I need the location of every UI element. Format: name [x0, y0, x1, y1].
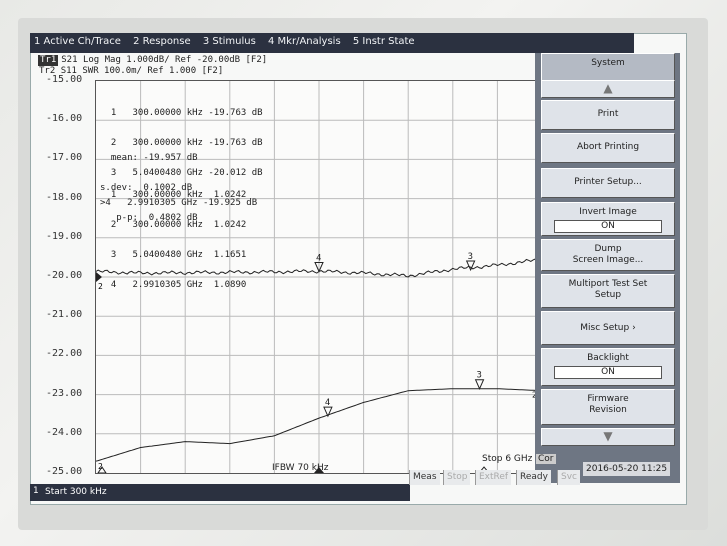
s21-marker-4-label: 4 [316, 254, 321, 264]
softkey-invert-image[interactable]: Invert Image ON [541, 202, 675, 236]
s11-marker-4-label: 4 [325, 398, 330, 408]
invert-image-value: ON [554, 220, 662, 233]
marker-row: 3 5.0400480 GHz 1.1651 [100, 250, 247, 260]
softkey-printer-setup[interactable]: Printer Setup... [541, 168, 675, 198]
firmware-label: Firmware [587, 394, 629, 404]
channel-number: 1 [33, 486, 39, 496]
y-tick-label: -19.00 [46, 230, 83, 242]
status-ready: Ready [516, 470, 551, 485]
marker-row: 1 300.00000 kHz -19.763 dB [100, 108, 263, 118]
y-tick-label: -25.00 [46, 466, 83, 477]
status-stop: Stop [443, 470, 471, 485]
backlight-value: ON [554, 366, 662, 379]
scroll-down-button[interactable]: ▼ [541, 428, 675, 446]
y-tick-label: -18.00 [46, 191, 83, 203]
invert-image-label: Invert Image [579, 207, 637, 217]
softkey-firmware-revision[interactable]: Firmware Revision [541, 389, 675, 425]
marker-row: 4 2.9910305 GHz 1.0890 [100, 280, 247, 290]
misc-setup-label: Misc Setup [580, 323, 630, 333]
y-tick-label: -23.00 [46, 387, 83, 399]
marker-table-s11: 1 300.00000 kHz 1.0242 2 300.00000 kHz 1… [100, 170, 246, 300]
y-tick-label: -15.00 [46, 74, 83, 85]
softkey-misc-setup[interactable]: Misc Setup › [541, 311, 675, 345]
trace2-settings: S11 SWR 100.0m/ Ref 1.000 [F2] [60, 66, 224, 76]
softkey-dump-screen-image[interactable]: Dump Screen Image... [541, 239, 675, 271]
s11-marker-3-triangle [474, 379, 485, 390]
marker-row: 2 300.00000 kHz 1.0242 [100, 220, 247, 230]
trace1-settings: S21 Log Mag 1.000dB/ Ref -20.00dB [F2] [61, 55, 268, 65]
softkey-backlight[interactable]: Backlight ON [541, 348, 675, 386]
multiport-label-2: Setup [594, 290, 622, 300]
dump-label: Dump [594, 244, 622, 254]
marker-row: 1 300.00000 kHz 1.0242 [100, 190, 247, 200]
dump-label-2: Screen Image... [572, 255, 644, 265]
status-meas: Meas [409, 470, 440, 485]
menu-mkr-analysis[interactable]: 4 Mkr/Analysis [264, 33, 346, 47]
arrow-up-icon: ▲ [603, 81, 613, 95]
multiport-label: Multiport Test Set [568, 279, 648, 289]
y-tick-label: -22.00 [46, 348, 83, 360]
correction-indicator: Cor [536, 454, 556, 464]
firmware-label-2: Revision [589, 405, 627, 415]
stat-mean: mean: -19.957 dB [100, 153, 198, 163]
y-tick-label: -20.00 [46, 270, 83, 281]
softkey-multiport-test-set[interactable]: Multiport Test Set Setup [541, 274, 675, 308]
menu-stimulus[interactable]: 3 Stimulus [199, 33, 261, 47]
y-tick-label: -24.00 [46, 426, 83, 438]
y-tick-label: -17.00 [46, 152, 83, 164]
y-tick-label: -16.00 [46, 113, 83, 125]
menu-response[interactable]: 2 Response [129, 33, 196, 47]
start-frequency[interactable]: Start 300 kHz [45, 487, 107, 497]
status-extref: ExtRef [475, 470, 512, 485]
timestamp: 2016-05-20 11:25 [583, 462, 671, 476]
status-svc: Svc [557, 470, 580, 485]
chevron-right-icon: › [632, 323, 636, 333]
arrow-down-icon: ▼ [603, 429, 613, 443]
scroll-up-button[interactable]: ▲ [541, 80, 675, 98]
menu-bar: 1 Active Ch/Trace 2 Response 3 Stimulus … [30, 33, 634, 53]
softkey-system[interactable]: System [541, 53, 675, 81]
menu-instr-state[interactable]: 5 Instr State [349, 33, 420, 47]
trace1-badge[interactable]: Tr1 [38, 55, 59, 66]
softkey-print[interactable]: Print [541, 100, 675, 130]
backlight-label: Backlight [587, 353, 629, 363]
softkey-abort-printing[interactable]: Abort Printing [541, 133, 675, 163]
menu-active-ch-trace[interactable]: 1 Active Ch/Trace [30, 33, 126, 47]
stop-frequency[interactable]: Stop 6 GHz [482, 454, 532, 464]
y-tick-label: -21.00 [46, 309, 83, 321]
s21-marker-3-label: 3 [468, 252, 473, 262]
s11-marker-3-label: 3 [477, 371, 482, 381]
ifbw-label[interactable]: IFBW 70 kHz [272, 463, 328, 473]
